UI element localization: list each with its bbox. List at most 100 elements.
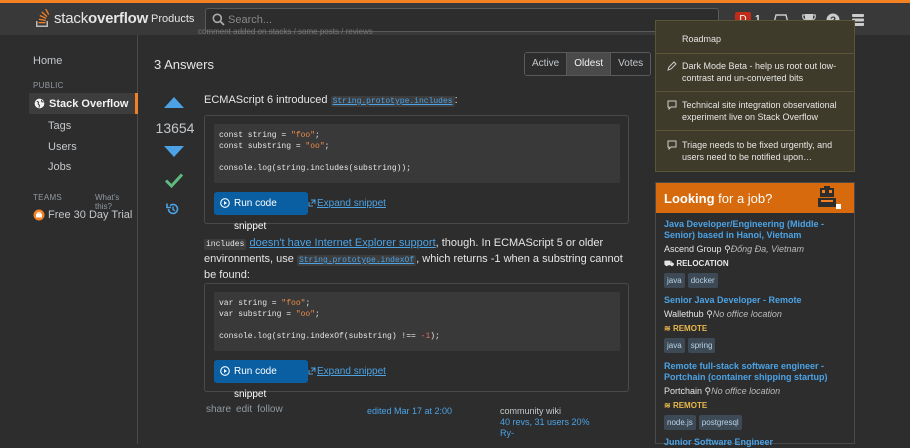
wifi-icon: ≋: [664, 401, 671, 410]
globe-icon: [34, 98, 45, 109]
expand-icon: [308, 367, 316, 375]
nav-public-header: PUBLIC: [33, 81, 64, 90]
downvote-arrow-icon[interactable]: [163, 145, 185, 158]
p1-prefix: ECMAScript 6 introduced: [204, 94, 331, 106]
ie-support-link[interactable]: doesn't have Internet Explorer support: [249, 237, 435, 249]
location-pin-icon: ⚲: [724, 244, 731, 254]
job-company: Wallethub: [664, 309, 704, 319]
featured-meta-box: Roadmap Dark Mode Beta - help us root ou…: [655, 20, 855, 172]
job-location: Đống Đa, Vietnam: [730, 244, 805, 254]
run-label: Run code snippet: [234, 198, 277, 232]
job-tag[interactable]: docker: [687, 273, 718, 288]
nav-stackoverflow-label: Stack Overflow: [49, 98, 129, 110]
job-title[interactable]: Remote full-stack software engineer - Po…: [664, 361, 849, 383]
wifi-icon: ≋: [664, 324, 671, 333]
expand-snippet-link[interactable]: Expand snippet: [317, 198, 386, 209]
meta-item-dark-mode[interactable]: Dark Mode Beta - help us root out low-co…: [667, 60, 852, 84]
expand-icon: [308, 199, 316, 207]
sort-active[interactable]: Active: [525, 53, 568, 75]
run-label: Run code snippet: [234, 366, 277, 400]
job-flag: REMOTE: [672, 401, 708, 410]
nav-home[interactable]: Home: [33, 55, 62, 67]
code-block-1: const string = "foo"; const substring = …: [214, 124, 620, 183]
job-title[interactable]: Java Developer/Engineering (Middle - Sen…: [664, 219, 849, 241]
indexof-doc-link[interactable]: String.prototype.indexOf: [296, 255, 417, 266]
robot-mascot-icon: [818, 186, 841, 209]
run-snippet-button[interactable]: Run code snippet: [214, 360, 308, 400]
edit-link[interactable]: edit: [236, 404, 252, 415]
job-listing[interactable]: Remote full-stack software engineer - Po…: [664, 361, 849, 430]
products-menu[interactable]: Products: [151, 13, 194, 25]
answers-heading: 3 Answers: [154, 57, 214, 72]
job-flag: REMOTE: [672, 324, 708, 333]
job-flag: RELOCATION: [676, 259, 729, 268]
job-location: No office location: [712, 309, 782, 319]
share-link[interactable]: share: [206, 404, 231, 415]
jobs-header: Looking for a job?: [656, 183, 854, 213]
chat-icon: [667, 140, 677, 150]
nav-users[interactable]: Users: [48, 141, 77, 153]
stack-logo-icon: [36, 9, 50, 27]
vote-count: 13654: [155, 120, 195, 136]
includes-doc-link[interactable]: String.prototype.includes: [330, 96, 455, 107]
job-tag[interactable]: java: [664, 338, 685, 353]
wiki-user-link[interactable]: Ry-: [500, 428, 590, 439]
jobs-title: Looking for a job?: [664, 191, 773, 206]
answer-paragraph-1: ECMAScript 6 introduced String.prototype…: [204, 93, 458, 109]
play-circle-icon: [220, 198, 230, 208]
meta-item-roadmap[interactable]: Roadmap: [667, 33, 852, 45]
wiki-label: community wiki: [500, 406, 562, 416]
nav-stackoverflow[interactable]: Stack Overflow: [29, 93, 138, 114]
free-trial-link[interactable]: Free 30 Day Trial: [48, 209, 132, 221]
truck-icon: ⛟: [664, 259, 675, 268]
expand-snippet-link[interactable]: Expand snippet: [317, 366, 386, 377]
chat-icon: [667, 100, 677, 110]
follow-link[interactable]: follow: [257, 404, 283, 415]
job-tags: java spring: [664, 338, 849, 353]
job-listing[interactable]: Junior Software Engineer: [664, 437, 849, 448]
job-location: No office location: [711, 386, 781, 396]
nav-teams-header: TEAMS: [33, 193, 63, 202]
meta-item-triage[interactable]: Triage needs to be fixed urgently, and u…: [667, 139, 852, 163]
job-title[interactable]: Junior Software Engineer: [664, 437, 849, 448]
job-tags: java docker: [664, 273, 849, 288]
nav-tags[interactable]: Tags: [48, 120, 71, 132]
code-snippet-1: const string = "foo"; const substring = …: [204, 115, 629, 232]
divider: [656, 130, 854, 131]
community-wiki-info: community wiki 40 revs, 31 users 20% Ry-: [500, 406, 590, 439]
jobs-widget: Looking for a job? Java Developer/Engine…: [655, 182, 855, 447]
wiki-revisions-link[interactable]: 40 revs, 31 users 20%: [500, 417, 590, 428]
divider: [656, 91, 854, 92]
job-listing[interactable]: Java Developer/Engineering (Middle - Sen…: [664, 219, 849, 288]
logo-prefix: stack: [54, 10, 89, 27]
nav-jobs[interactable]: Jobs: [48, 161, 71, 173]
job-tag[interactable]: spring: [687, 338, 716, 353]
truncated-notice: comment added on stacks / some posts / r…: [198, 27, 373, 36]
job-tag[interactable]: node.js: [664, 415, 696, 430]
upvote-arrow-icon[interactable]: [163, 96, 185, 109]
pencil-icon: [667, 61, 677, 71]
post-menu: share edit follow: [206, 404, 283, 415]
job-company: Ascend Group: [664, 244, 722, 254]
job-title[interactable]: Senior Java Developer - Remote: [664, 295, 849, 306]
accepted-check-icon[interactable]: [164, 171, 184, 189]
sort-votes[interactable]: Votes: [611, 53, 651, 75]
job-tag[interactable]: java: [664, 273, 685, 288]
job-tag[interactable]: postgresql: [698, 415, 742, 430]
history-icon[interactable]: [166, 202, 180, 216]
logo-bold: overflow: [88, 10, 149, 27]
divider: [656, 53, 854, 54]
answer-sort-tabs: Active Oldest Votes: [524, 52, 652, 76]
job-listing[interactable]: Senior Java Developer - Remote Wallethub…: [664, 295, 849, 353]
answer-paragraph-2: includes doesn't have Internet Explorer …: [204, 237, 623, 281]
code-block-2: var string = "foo"; var substring = "oo"…: [214, 292, 620, 351]
job-tags: node.js postgresql: [664, 415, 849, 430]
sort-oldest[interactable]: Oldest: [567, 53, 612, 75]
stackoverflow-logo[interactable]: stackoverflow: [35, 9, 148, 28]
run-snippet-button[interactable]: Run code snippet: [214, 192, 308, 232]
meta-item-site-integration[interactable]: Technical site integration observational…: [667, 99, 852, 123]
includes-code: includes: [204, 239, 247, 250]
play-circle-icon: [220, 366, 230, 376]
p1-suffix: :: [454, 94, 458, 106]
edited-timestamp[interactable]: edited Mar 17 at 2:00: [367, 406, 452, 416]
